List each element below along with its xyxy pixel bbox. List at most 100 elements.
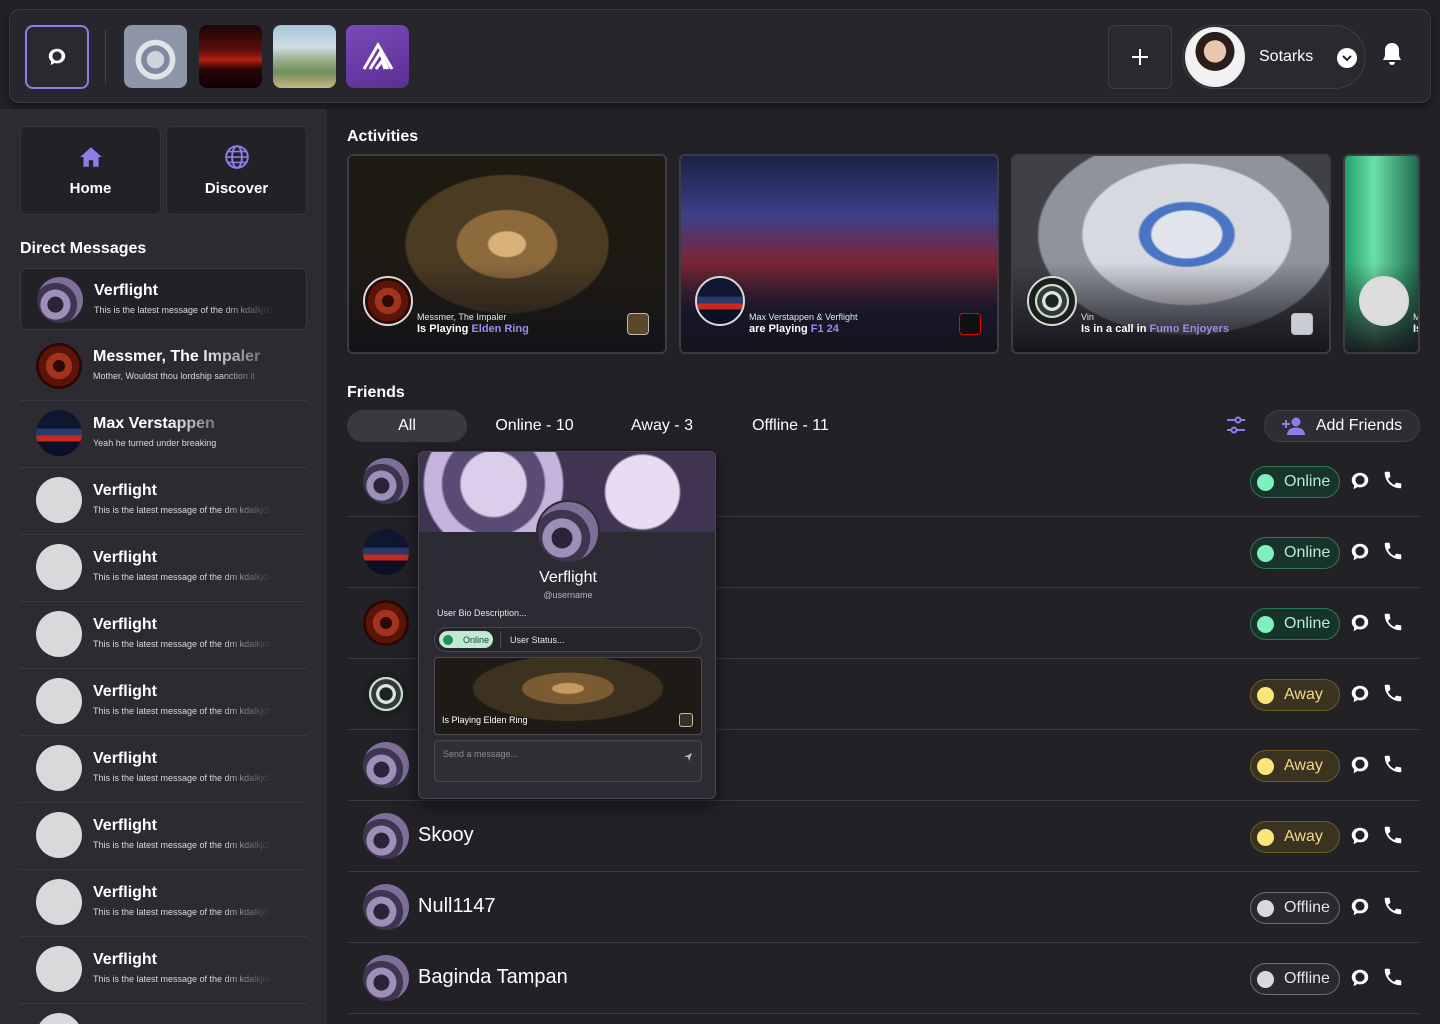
status-badge: Online <box>1250 608 1340 640</box>
divider <box>500 631 501 648</box>
friend-row[interactable]: Baginda Tampan Offline <box>347 943 1420 1014</box>
chat-bubble-icon[interactable] <box>1349 896 1371 923</box>
chat-bubble-icon[interactable] <box>1349 470 1371 497</box>
chat-bubble-icon[interactable] <box>1349 541 1371 568</box>
discover-label: Discover <box>204 180 269 197</box>
activity-card[interactable]: Messmer, The Impaler Is Playing Elden Ri… <box>347 154 667 354</box>
activity-card[interactable]: M Is <box>1343 154 1420 354</box>
status-badge[interactable]: Online <box>439 631 493 648</box>
profile-name: Sotarks <box>1259 48 1314 65</box>
dm-name: Verflight <box>93 616 158 633</box>
dm-item[interactable]: Messmer, The Impaler Mother, Wouldst tho… <box>20 335 307 401</box>
dm-last-message: This is the latest message of the dm kda… <box>93 974 273 984</box>
phone-icon[interactable] <box>1382 469 1404 496</box>
phone-icon[interactable] <box>1382 966 1404 993</box>
friends-title: Friends <box>347 384 405 401</box>
phone-icon[interactable] <box>1382 753 1404 780</box>
friend-name: Skooy <box>418 824 474 846</box>
avatar <box>363 600 409 646</box>
avatar <box>363 742 409 788</box>
activity-who: Max Verstappen & Verflight <box>749 312 858 322</box>
status-badge: Offline <box>1250 963 1340 995</box>
activity-target[interactable]: F1 24 <box>811 323 839 335</box>
popup-activity-card[interactable]: Is Playing Elden Ring <box>434 657 702 735</box>
wave-logo-icon <box>362 41 393 70</box>
dm-item[interactable]: Verflight This is the latest message of … <box>20 603 307 669</box>
popup-name: Verflight <box>539 569 597 586</box>
discover-button[interactable]: Discover <box>166 126 307 215</box>
send-icon[interactable] <box>683 749 693 767</box>
dm-item[interactable]: Verflight This is the latest message of … <box>20 737 307 803</box>
dm-item[interactable] <box>20 1005 307 1024</box>
phone-icon[interactable] <box>1382 895 1404 922</box>
dm-item[interactable]: Verflight This is the latest message of … <box>20 268 307 330</box>
activity-target[interactable]: Fumo Enjoyers <box>1149 323 1228 335</box>
home-button[interactable]: Home <box>20 126 161 215</box>
activity-line: Is in a call in Fumo Enjoyers <box>1081 323 1229 335</box>
bell-icon[interactable] <box>1380 41 1404 72</box>
phone-icon[interactable] <box>1382 611 1404 638</box>
activity-card[interactable]: Max Verstappen & Verflight are Playing F… <box>679 154 999 354</box>
chat-bubble-icon[interactable] <box>1349 825 1371 852</box>
friend-row[interactable]: Null1147 Offline <box>347 872 1420 943</box>
dm-item[interactable]: Verflight This is the latest message of … <box>20 469 307 535</box>
avatar <box>1359 276 1409 326</box>
status-dot <box>1257 686 1274 704</box>
friend-name: Baginda Tampan <box>418 966 568 988</box>
top-bar: Sotarks <box>9 9 1431 103</box>
chat-bubble-icon[interactable] <box>1349 754 1371 781</box>
dm-item[interactable]: Verflight This is the latest message of … <box>20 670 307 736</box>
server-purple-logo[interactable] <box>346 25 409 88</box>
dm-last-message: This is the latest message of the dm kda… <box>94 305 274 315</box>
server-city-night[interactable] <box>199 25 262 88</box>
tab-offline[interactable]: Offline - 11 <box>733 410 848 442</box>
phone-icon[interactable] <box>1382 824 1404 851</box>
add-friends-label: Add Friends <box>1315 417 1403 434</box>
dm-item[interactable]: Verflight This is the latest message of … <box>20 871 307 937</box>
status-badge: Away <box>1250 679 1340 711</box>
avatar <box>36 477 82 523</box>
dm-name: Verflight <box>93 951 158 968</box>
chat-bubble-icon[interactable] <box>1349 683 1371 710</box>
tab-away[interactable]: Away - 3 <box>612 410 712 442</box>
dm-item[interactable]: Max Verstappen Yeah he turned under brea… <box>20 402 307 468</box>
dm-item[interactable]: Verflight This is the latest message of … <box>20 804 307 870</box>
chat-bubble-icon[interactable] <box>1349 967 1371 994</box>
dm-last-message: This is the latest message of the dm kda… <box>93 840 273 850</box>
tab-online[interactable]: Online - 10 <box>478 410 591 442</box>
divider <box>20 668 307 669</box>
divider <box>20 467 307 468</box>
status-label: Online <box>1284 473 1331 490</box>
activity-line: Is Playing Elden Ring <box>417 323 529 335</box>
chat-bubble-icon[interactable] <box>1349 612 1371 639</box>
message-input[interactable]: Send a message... <box>434 740 702 782</box>
status-dot <box>1257 544 1274 562</box>
server-fumo[interactable] <box>124 25 187 88</box>
chevron-down-icon[interactable] <box>1337 48 1357 68</box>
divider <box>20 869 307 870</box>
friend-row[interactable]: Skooy Away <box>347 801 1420 872</box>
dm-last-message: This is the latest message of the dm kda… <box>93 639 273 649</box>
filter-icon[interactable] <box>1225 414 1247 441</box>
dm-last-message: Mother, Wouldst thou lordship sanction i… <box>93 371 255 381</box>
add-server-button[interactable] <box>1108 25 1172 89</box>
globe-icon <box>224 145 249 169</box>
profile-menu[interactable]: Sotarks <box>1182 25 1366 89</box>
phone-icon[interactable] <box>1382 540 1404 567</box>
f1-icon <box>959 313 981 335</box>
tab-all[interactable]: All <box>347 410 467 442</box>
avatar <box>36 1013 82 1024</box>
server-landscape[interactable] <box>273 25 336 88</box>
phone-icon[interactable] <box>1382 682 1404 709</box>
divider <box>20 534 307 535</box>
dm-item[interactable]: Verflight This is the latest message of … <box>20 536 307 602</box>
popup-status-bar[interactable]: Online User Status... <box>434 627 702 652</box>
avatar <box>363 955 409 1001</box>
avatar <box>36 879 82 925</box>
add-friends-button[interactable]: Add Friends <box>1264 410 1420 442</box>
activity-card[interactable]: Vin Is in a call in Fumo Enjoyers <box>1011 154 1331 354</box>
activity-target[interactable]: Elden Ring <box>471 323 528 335</box>
app-logo-button[interactable] <box>25 25 89 89</box>
avatar <box>363 529 409 575</box>
dm-item[interactable]: Verflight This is the latest message of … <box>20 938 307 1004</box>
